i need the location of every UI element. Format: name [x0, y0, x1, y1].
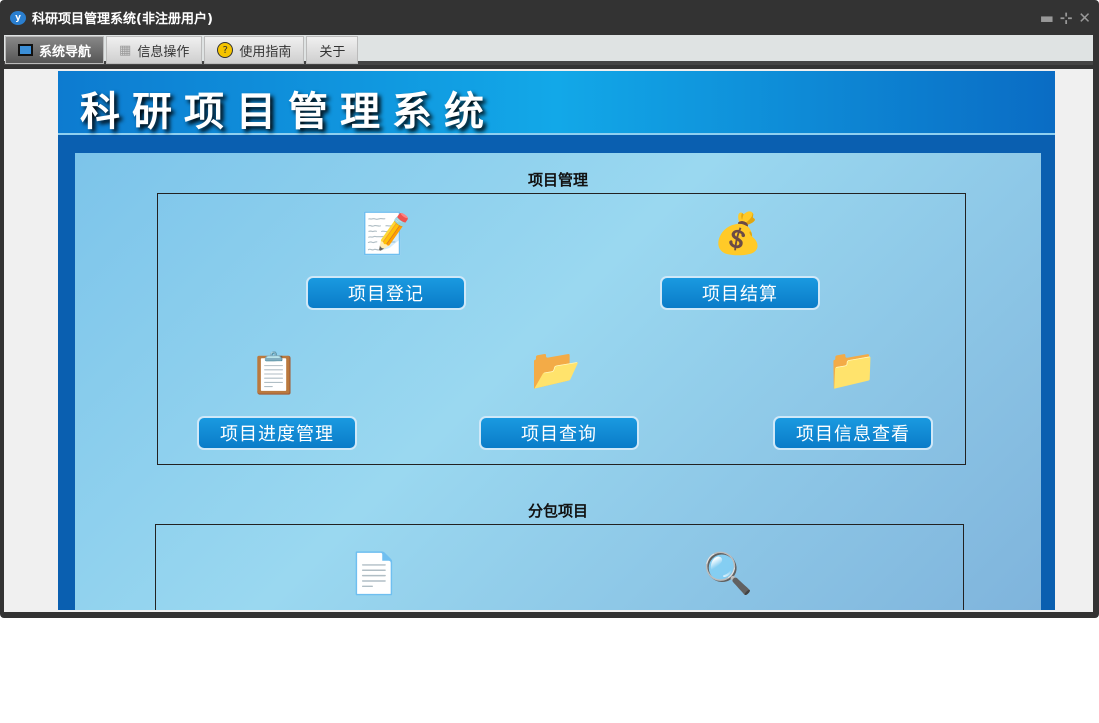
banner-title: 科研项目管理系统	[58, 71, 1055, 135]
grid-icon: ▦	[119, 42, 132, 58]
app-logo-icon: y	[10, 10, 26, 25]
navigation-panel: 项目管理 📝 💰 📋 📂 📁 项目登记 项目结算 项目进度管理 项目查询 项目信…	[75, 153, 1041, 610]
content-area: 科研项目管理系统 项目管理 📝 💰 📋 📂 📁 项目登记 项目结算 项目进度管理…	[4, 69, 1093, 612]
minimize-icon[interactable]: ▬	[1040, 9, 1054, 27]
tab-label: 使用指南	[239, 44, 292, 60]
project-info-view-button[interactable]: 项目信息查看	[773, 416, 933, 450]
restore-icon[interactable]: ⊹	[1060, 9, 1073, 27]
project-query-button[interactable]: 项目查询	[479, 416, 639, 450]
register-icon[interactable]: 📝	[359, 205, 413, 261]
tab-label: 关于	[319, 44, 346, 60]
help-icon: ?	[217, 42, 234, 58]
group-subcontract	[155, 524, 964, 610]
title-bar: y 科研项目管理系统(非注册用户) ▬ ⊹ ✕	[0, 0, 1099, 35]
info-view-icon[interactable]: 📁	[825, 341, 879, 397]
tab-bar: 系统导航 ▦ 信息操作 ? 使用指南 关于	[4, 35, 1093, 65]
group-title-subcontract: 分包项目	[527, 502, 588, 520]
query-icon[interactable]: 📂	[529, 341, 583, 397]
progress-icon[interactable]: 📋	[247, 345, 301, 401]
window-title: 科研项目管理系统(非注册用户)	[32, 12, 213, 27]
group-title-project-management: 项目管理	[527, 171, 588, 189]
tab-about[interactable]: 关于	[306, 36, 359, 64]
project-progress-button[interactable]: 项目进度管理	[197, 416, 357, 450]
subcontract-document-icon[interactable]: 📄	[347, 545, 401, 601]
tab-label: 信息操作	[137, 44, 190, 60]
tab-label: 系统导航	[39, 44, 92, 60]
tab-guide[interactable]: ? 使用指南	[204, 36, 305, 64]
tab-info-ops[interactable]: ▦ 信息操作	[106, 36, 203, 64]
subcontract-search-icon[interactable]: 🔍	[701, 545, 755, 601]
close-icon[interactable]: ✕	[1078, 9, 1091, 27]
project-settlement-button[interactable]: 项目结算	[660, 276, 820, 310]
tab-system-nav[interactable]: 系统导航	[5, 36, 105, 64]
project-register-button[interactable]: 项目登记	[306, 276, 466, 310]
app-window: y 科研项目管理系统(非注册用户) ▬ ⊹ ✕ 系统导航 ▦ 信息操作 ? 使用指南…	[0, 0, 1099, 618]
monitor-icon	[18, 44, 33, 56]
settlement-icon[interactable]: 💰	[711, 205, 765, 261]
navigation-banner: 科研项目管理系统 项目管理 📝 💰 📋 📂 📁 项目登记 项目结算 项目进度管理…	[58, 71, 1055, 610]
